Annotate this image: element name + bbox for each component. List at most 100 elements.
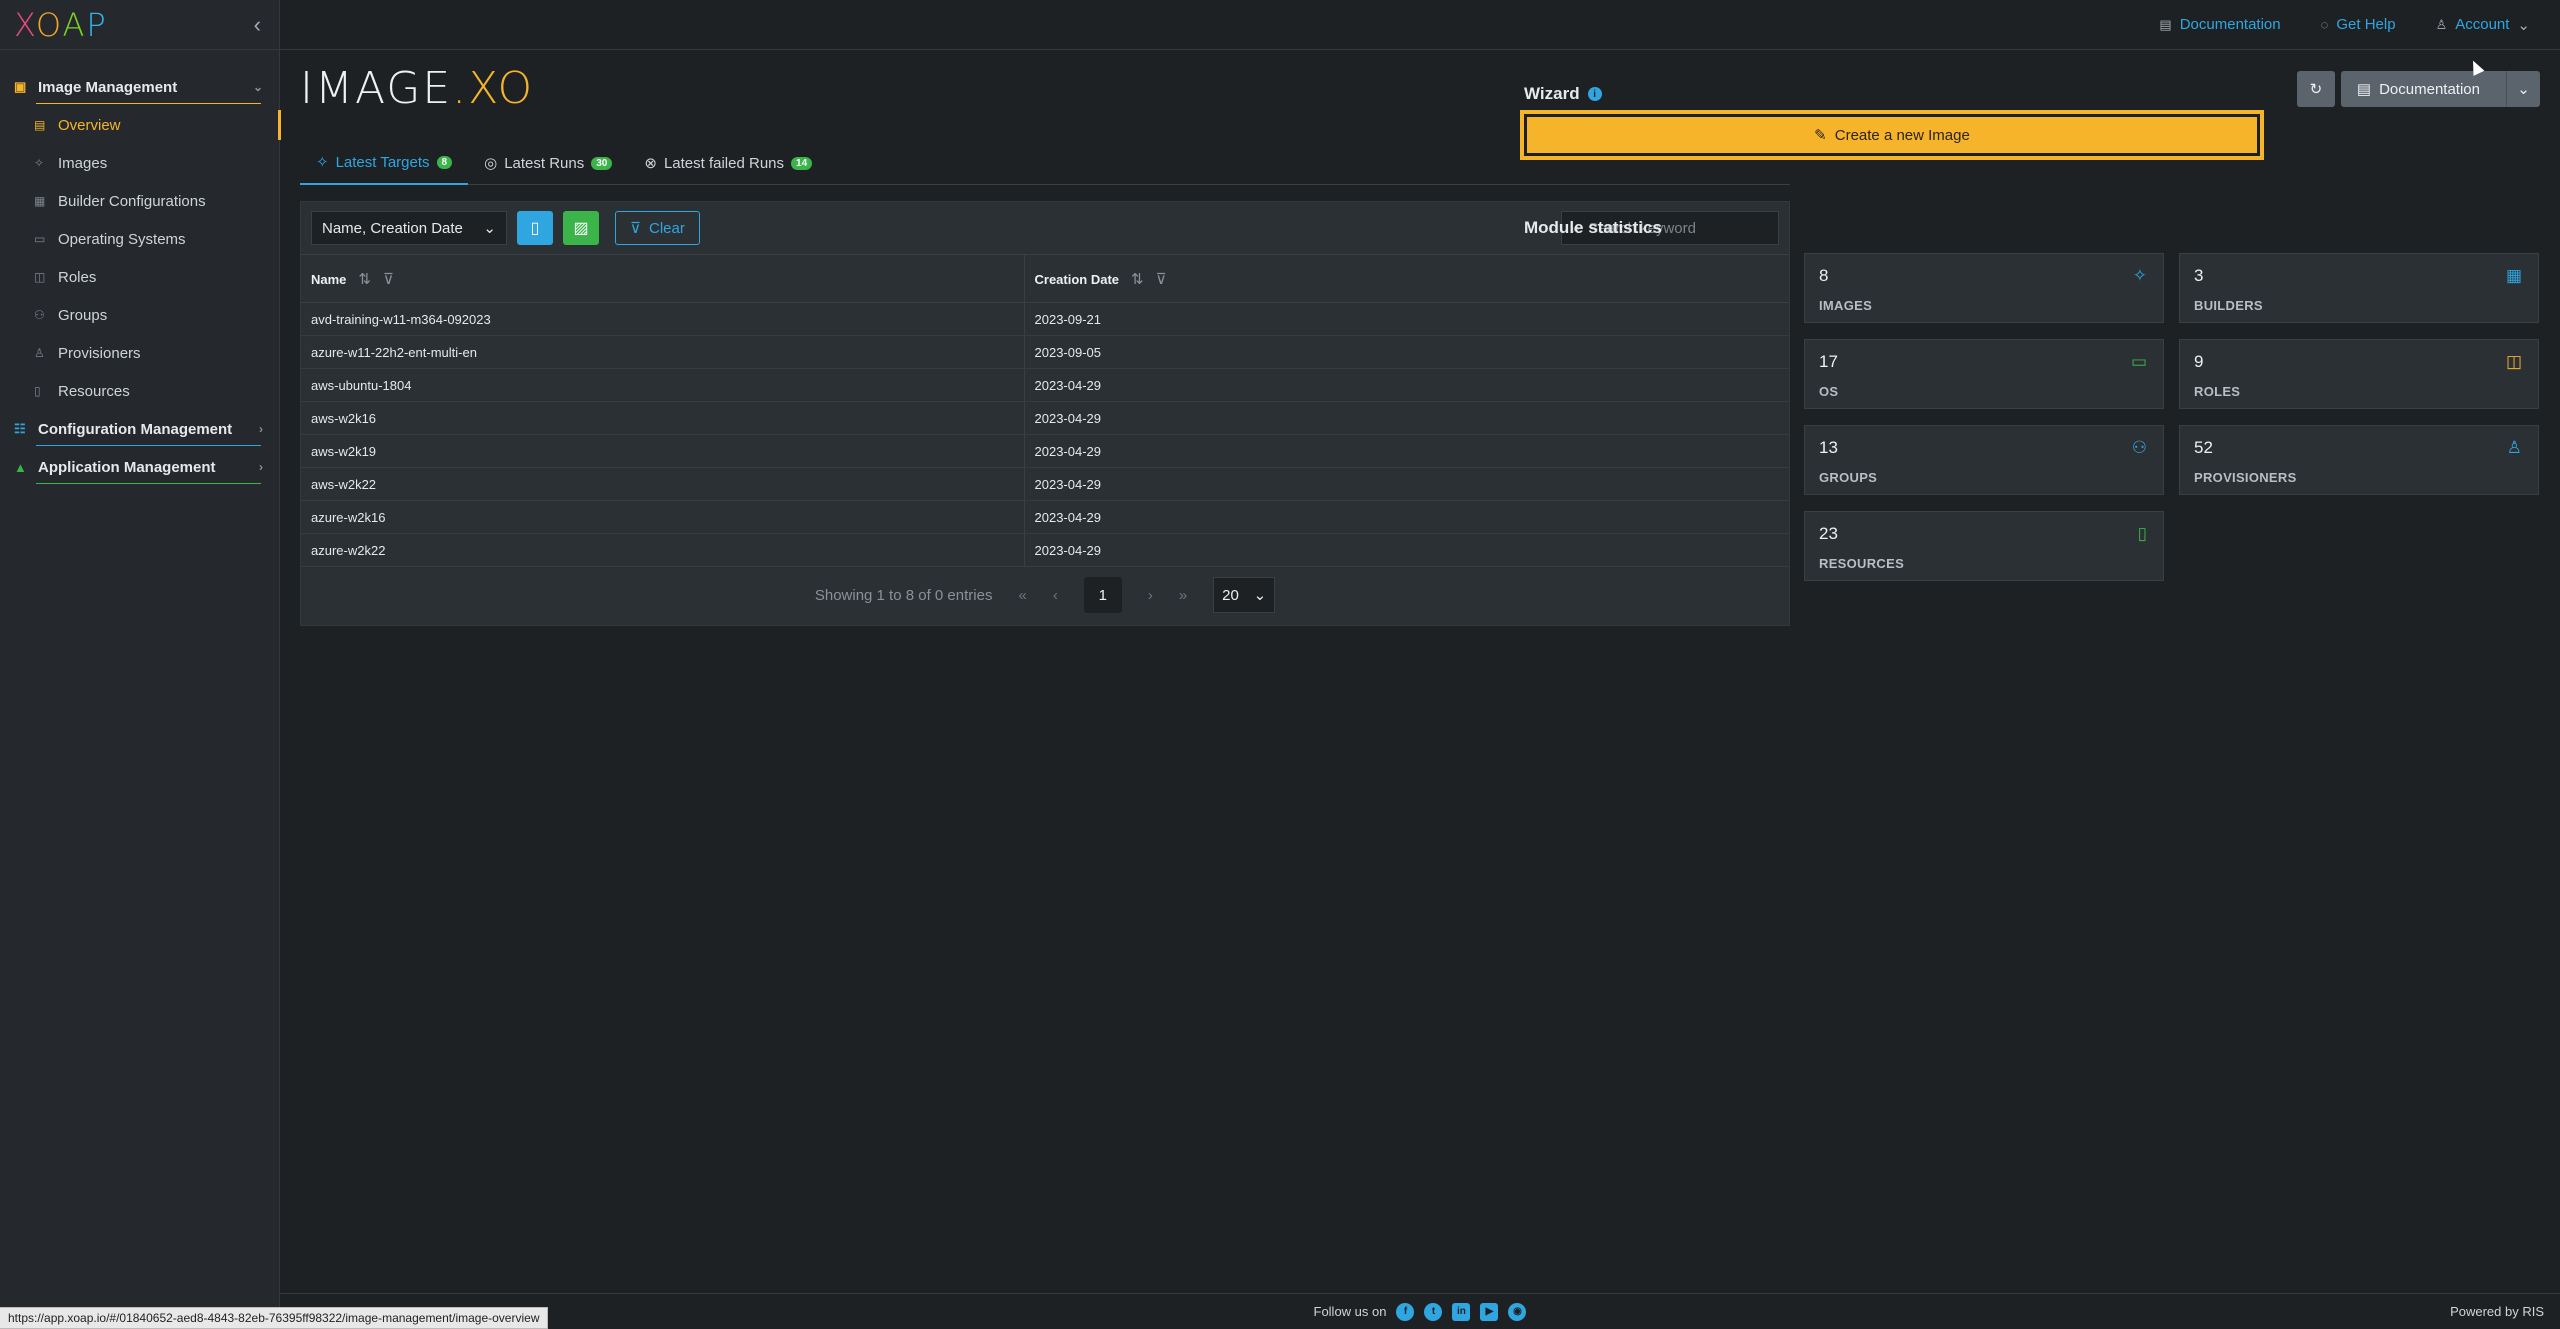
filter-icon[interactable]: ⊽ xyxy=(383,271,394,288)
next-page-icon[interactable]: › xyxy=(1148,587,1153,604)
column-select-value: Name, Creation Date xyxy=(322,219,463,237)
per-page-select[interactable]: 20 ⌄ xyxy=(1213,577,1276,613)
file-icon: ▯ xyxy=(2137,524,2147,543)
export-file-button[interactable]: ▯ xyxy=(517,211,553,245)
stat-value: 17 xyxy=(1819,352,1838,371)
chevron-right-icon: › xyxy=(259,422,263,436)
logo-letter: P xyxy=(86,5,108,44)
account-menu[interactable]: ♙ Account ⌄ xyxy=(2436,16,2530,34)
cell-name: azure-w2k22 xyxy=(301,533,1025,567)
stat-card-groups[interactable]: 13 GROUPS ⚇ xyxy=(1804,425,2164,495)
tab-count-badge: 30 xyxy=(591,156,613,170)
table-row[interactable]: azure-w2k22 2023-04-29 xyxy=(301,533,1789,567)
twitter-icon[interactable]: t xyxy=(1424,1302,1443,1321)
grid-icon: ▦ xyxy=(2505,266,2522,285)
clear-label: Clear xyxy=(648,219,685,237)
table-row[interactable]: azure-w11-22h2-ent-multi-en 2023-09-05 xyxy=(301,335,1789,369)
top-bar: ▤ Documentation ◌ Get Help ♙ Account ⌄ xyxy=(280,0,2560,50)
cell-name: aws-w2k19 xyxy=(301,434,1025,468)
wizard-title: Wizard i xyxy=(1524,84,1602,104)
sidebar-item-roles[interactable]: ◫ Roles xyxy=(0,258,279,296)
info-icon[interactable]: i xyxy=(1587,87,1602,101)
filter-icon[interactable]: ⊽ xyxy=(1156,271,1167,288)
sidebar: XOAP ‹ ▣ Image Management ⌄ ▤ Overview ✧ Im… xyxy=(0,0,281,1329)
column-select[interactable]: Name, Creation Date ⌄ xyxy=(311,211,507,245)
page-button-current[interactable]: 1 xyxy=(1083,577,1122,613)
nav-group-application-management[interactable]: ▲ Application Management › xyxy=(0,448,279,486)
sidebar-item-operating-systems[interactable]: ▭ Operating Systems xyxy=(0,220,279,258)
refresh-button[interactable]: ↻ xyxy=(2296,71,2335,107)
export-excel-button[interactable]: ▨ xyxy=(563,211,599,245)
stat-label: PROVISIONERS xyxy=(2194,470,2297,485)
get-help-label: Get Help xyxy=(2336,16,2396,33)
tab-latest-runs[interactable]: ◎ Latest Runs 30 xyxy=(468,141,628,185)
get-help-link[interactable]: ◌ Get Help xyxy=(2321,16,2396,33)
brand-part: IMAGE xyxy=(300,63,453,114)
sort-icon[interactable]: ⇅ xyxy=(1131,271,1144,288)
tab-count-badge: 8 xyxy=(436,155,453,169)
chevron-down-icon: ⌄ xyxy=(1253,587,1267,604)
table-row[interactable]: aws-w2k19 2023-04-29 xyxy=(301,434,1789,468)
table-row[interactable]: aws-w2k22 2023-04-29 xyxy=(301,467,1789,501)
stat-card-resources[interactable]: 23 RESOURCES ▯ xyxy=(1804,511,2164,581)
table-row[interactable]: avd-training-w11-m364-092023 2023-09-21 xyxy=(301,302,1789,336)
tab-label: Latest Runs xyxy=(504,154,585,172)
chevron-down-icon: ⌄ xyxy=(483,220,496,237)
sort-icon[interactable]: ⇅ xyxy=(358,271,371,288)
x-circle-icon: ⊗ xyxy=(644,155,657,172)
documentation-button[interactable]: ▤ Documentation ⌄ xyxy=(2340,71,2540,107)
chevron-left-icon[interactable]: ‹ xyxy=(254,12,261,38)
stat-card-images[interactable]: 8 IMAGES ✧ xyxy=(1804,253,2164,323)
target-icon: ✧ xyxy=(2132,266,2147,285)
excel-icon: ▨ xyxy=(573,220,589,237)
brand-dot: . xyxy=(452,63,469,114)
last-page-icon[interactable]: » xyxy=(1179,587,1187,604)
follow-label: Follow us on xyxy=(1313,1304,1387,1319)
youtube-icon[interactable]: ▶ xyxy=(1480,1302,1499,1321)
linkedin-icon[interactable]: in xyxy=(1452,1302,1471,1321)
main-content: IMAGE.XO ↻ ▤ Documentation ⌄ ✧ Latest Tar… xyxy=(280,51,2560,1293)
sidebar-item-resources[interactable]: ▯ Resources xyxy=(0,372,279,410)
chevron-down-icon[interactable]: ⌄ xyxy=(2506,71,2540,107)
tab-latest-failed-runs[interactable]: ⊗ Latest failed Runs 14 xyxy=(628,141,828,185)
pagination: Showing 1 to 8 of 0 entries « ‹ 1 › » 20… xyxy=(301,567,1789,623)
clear-filters-button[interactable]: ⊽ Clear xyxy=(615,211,700,245)
table-row[interactable]: aws-w2k16 2023-04-29 xyxy=(301,401,1789,435)
settings-icon: ☷ xyxy=(14,421,26,436)
nav-group-image-management[interactable]: ▣ Image Management ⌄ xyxy=(0,68,279,106)
table-row[interactable]: azure-w2k16 2023-04-29 xyxy=(301,500,1789,534)
stat-card-os[interactable]: 17 OS ▭ xyxy=(1804,339,2164,409)
github-icon[interactable]: ◉ xyxy=(1508,1302,1527,1321)
top-documentation-link[interactable]: ▤ Documentation xyxy=(2159,16,2280,33)
create-image-button[interactable]: ✎ Create a new Image xyxy=(1520,110,2264,160)
column-header-creation-date[interactable]: Creation Date ⇅ ⊽ xyxy=(1024,254,1789,303)
stat-card-builders[interactable]: 3 BUILDERS ▦ xyxy=(2179,253,2539,323)
sidebar-item-overview[interactable]: ▤ Overview xyxy=(0,106,281,144)
stat-card-roles[interactable]: 9 ROLES ◫ xyxy=(2179,339,2539,409)
sidebar-item-provisioners[interactable]: ♙ Provisioners xyxy=(0,334,279,372)
sidebar-item-groups[interactable]: ⚇ Groups xyxy=(0,296,279,334)
nav-group-configuration-management[interactable]: ☷ Configuration Management › xyxy=(0,410,279,448)
facebook-icon[interactable]: f xyxy=(1396,1302,1415,1321)
cell-date: 2023-04-29 xyxy=(1024,434,1789,468)
logo-letter: A xyxy=(62,5,87,44)
sidebar-item-builder-configurations[interactable]: ▦ Builder Configurations xyxy=(0,182,279,220)
prev-page-icon[interactable]: ‹ xyxy=(1053,587,1058,604)
stat-card-provisioners[interactable]: 52 PROVISIONERS ♙ xyxy=(2179,425,2539,495)
sidebar-item-label: Groups xyxy=(58,306,108,324)
grid-icon: ▦ xyxy=(34,194,46,208)
column-header-name[interactable]: Name ⇅ ⊽ xyxy=(301,254,1025,303)
first-page-icon[interactable]: « xyxy=(1018,587,1026,604)
table-row[interactable]: aws-ubuntu-1804 2023-04-29 xyxy=(301,368,1789,402)
stat-label: GROUPS xyxy=(1819,470,1878,485)
map-icon: ◫ xyxy=(34,270,46,284)
per-page-value: 20 xyxy=(1222,586,1239,604)
sidebar-item-images[interactable]: ✧ Images xyxy=(0,144,279,182)
apps-icon: ▲ xyxy=(14,459,27,475)
tab-latest-targets[interactable]: ✧ Latest Targets 8 xyxy=(300,141,469,185)
powered-by[interactable]: Powered by RIS xyxy=(2450,1304,2544,1319)
xoap-logo[interactable]: XOAP xyxy=(14,6,108,44)
stat-label: IMAGES xyxy=(1819,298,1873,313)
follow-us: Follow us on f t in ▶ ◉ xyxy=(1313,1302,1527,1321)
cell-name: aws-w2k16 xyxy=(301,401,1025,435)
